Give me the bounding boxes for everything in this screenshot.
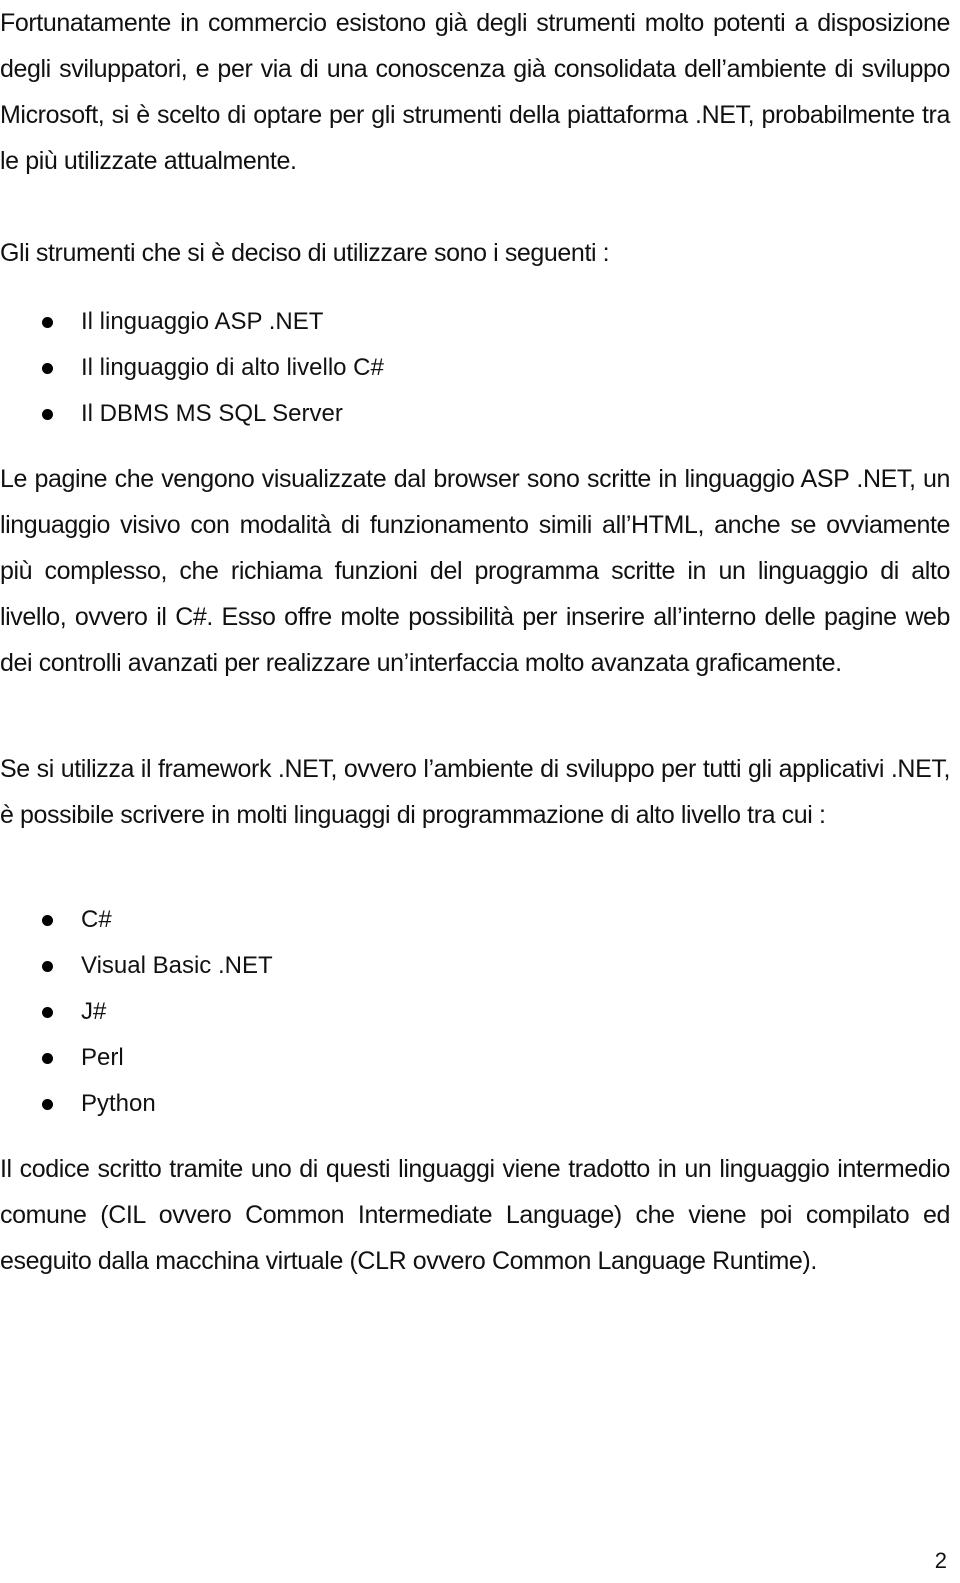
list-item-text: C# (81, 906, 112, 933)
list-item-text: Il DBMS MS SQL Server (81, 400, 343, 427)
list-item-text: Python (81, 1090, 156, 1117)
list-item: Il linguaggio di alto livello C# (0, 345, 384, 391)
list-item-text: Il linguaggio ASP .NET (81, 308, 324, 335)
bullet-icon (42, 915, 53, 926)
bullet-icon (42, 961, 53, 972)
tools-heading: Gli strumenti che si è deciso di utilizz… (0, 239, 610, 267)
bullet-icon (42, 1099, 53, 1110)
list-item-text: J# (81, 998, 107, 1025)
bullet-icon (42, 409, 53, 420)
list-item: C# (0, 897, 273, 943)
intro-paragraph: Fortunatamente in commercio esistono già… (0, 9, 950, 175)
list-item-text: Il linguaggio di alto livello C# (81, 354, 384, 381)
cil-paragraph: Il codice scritto tramite uno di questi … (0, 1155, 950, 1275)
list-item: Visual Basic .NET (0, 943, 273, 989)
list-item: Perl (0, 1035, 273, 1081)
languages-list: C# Visual Basic .NET J# Perl Python (0, 897, 273, 1127)
list-item: J# (0, 989, 273, 1035)
page-number: 2 (934, 1548, 947, 1573)
list-item: Python (0, 1081, 273, 1127)
list-item: Il DBMS MS SQL Server (0, 391, 384, 437)
bullet-icon (42, 1007, 53, 1018)
list-item-text: Visual Basic .NET (81, 952, 273, 979)
list-item-text: Perl (81, 1044, 124, 1071)
framework-paragraph: Se si utilizza il framework .NET, ovvero… (0, 755, 950, 829)
bullet-icon (42, 317, 53, 328)
bullet-icon (42, 1053, 53, 1064)
document-page: Fortunatamente in commercio esistono già… (0, 0, 960, 1583)
list-item: Il linguaggio ASP .NET (0, 299, 384, 345)
tools-list: Il linguaggio ASP .NET Il linguaggio di … (0, 299, 384, 437)
bullet-icon (42, 363, 53, 374)
asp-paragraph: Le pagine che vengono visualizzate dal b… (0, 465, 950, 677)
